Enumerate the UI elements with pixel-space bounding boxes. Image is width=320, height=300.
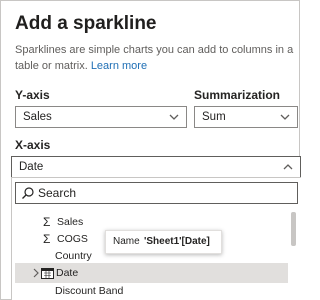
dialog-title: Add a sparkline — [15, 13, 157, 34]
tooltip-value: 'Sheet1'[Date] — [144, 236, 210, 247]
chevron-down-icon — [169, 114, 179, 120]
field-label: Discount Band — [55, 285, 124, 297]
search-field[interactable]: Search — [15, 182, 298, 204]
summarization-select[interactable]: Sum — [194, 106, 298, 128]
summarization-label: Summarization — [194, 88, 281, 102]
y-axis-select[interactable]: Sales — [15, 106, 187, 128]
sigma-icon: Σ — [43, 232, 51, 246]
field-item-date[interactable]: Date — [15, 263, 295, 283]
tooltip-key: Name — [113, 236, 140, 247]
sigma-icon: Σ — [43, 215, 51, 229]
chevron-up-icon — [283, 164, 293, 170]
calendar-icon — [41, 268, 54, 279]
x-axis-label: X-axis — [15, 138, 51, 152]
field-label: Date — [56, 267, 79, 279]
search-placeholder: Search — [38, 186, 77, 200]
summarization-value: Sum — [202, 111, 226, 123]
description-text: Sparklines are simple charts you can add… — [15, 44, 294, 72]
field-label: COGS — [57, 233, 88, 245]
x-axis-value: Date — [19, 161, 44, 173]
scrollbar-thumb[interactable] — [291, 212, 296, 246]
learn-more-link[interactable]: Learn more — [91, 60, 147, 72]
y-axis-label: Y-axis — [15, 88, 50, 102]
y-axis-value: Sales — [23, 111, 52, 123]
chevron-down-icon — [280, 114, 290, 120]
field-tooltip: Name 'Sheet1'[Date] — [105, 230, 222, 254]
chevron-right-icon[interactable] — [31, 267, 41, 279]
dialog-description: Sparklines are simple charts you can add… — [15, 42, 295, 74]
search-icon — [22, 187, 34, 199]
sparkline-dialog: Add a sparkline Sparklines are simple ch… — [0, 0, 301, 300]
field-label: Sales — [57, 216, 84, 228]
x-axis-select[interactable]: Date — [11, 156, 301, 178]
